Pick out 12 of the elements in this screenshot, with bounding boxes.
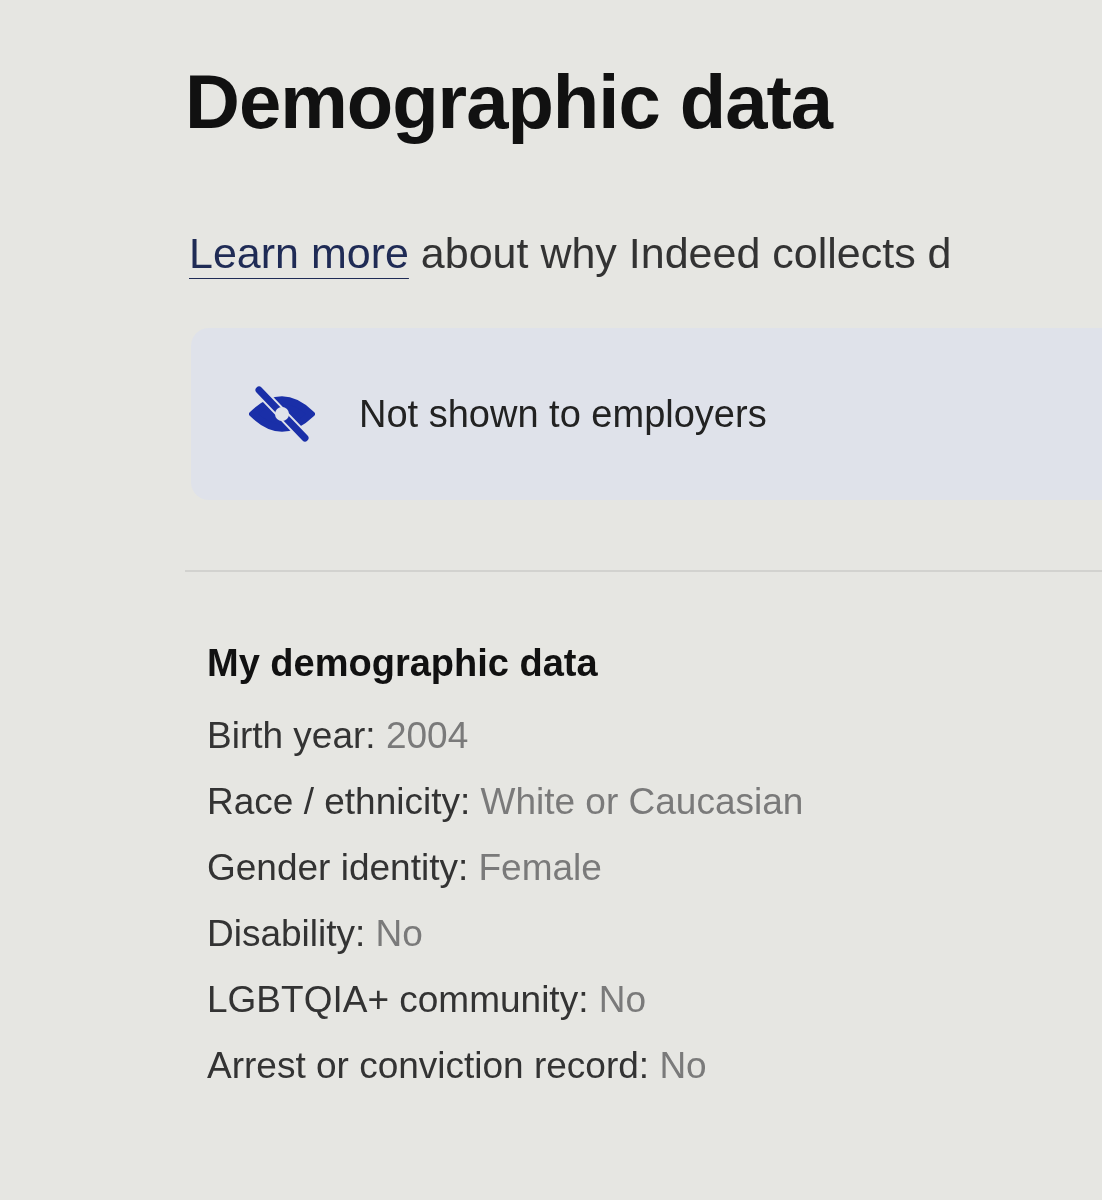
page-title: Demographic data bbox=[185, 58, 833, 145]
learn-more-link[interactable]: Learn more bbox=[189, 229, 409, 277]
data-field: Gender identity: Female bbox=[207, 847, 602, 889]
data-field: Arrest or conviction record: No bbox=[207, 1045, 707, 1087]
data-field: Birth year: 2004 bbox=[207, 715, 469, 757]
notice-text: Not shown to employers bbox=[359, 392, 767, 436]
section-title: My demographic data bbox=[207, 642, 598, 685]
eye-slash-icon bbox=[249, 386, 315, 442]
data-field: Race / ethnicity: White or Caucasian bbox=[207, 781, 804, 823]
intro-text: Learn more about why Indeed collects d bbox=[189, 229, 952, 278]
data-field: Disability: No bbox=[207, 913, 423, 955]
data-field: LGBTQIA+ community: No bbox=[207, 979, 646, 1021]
